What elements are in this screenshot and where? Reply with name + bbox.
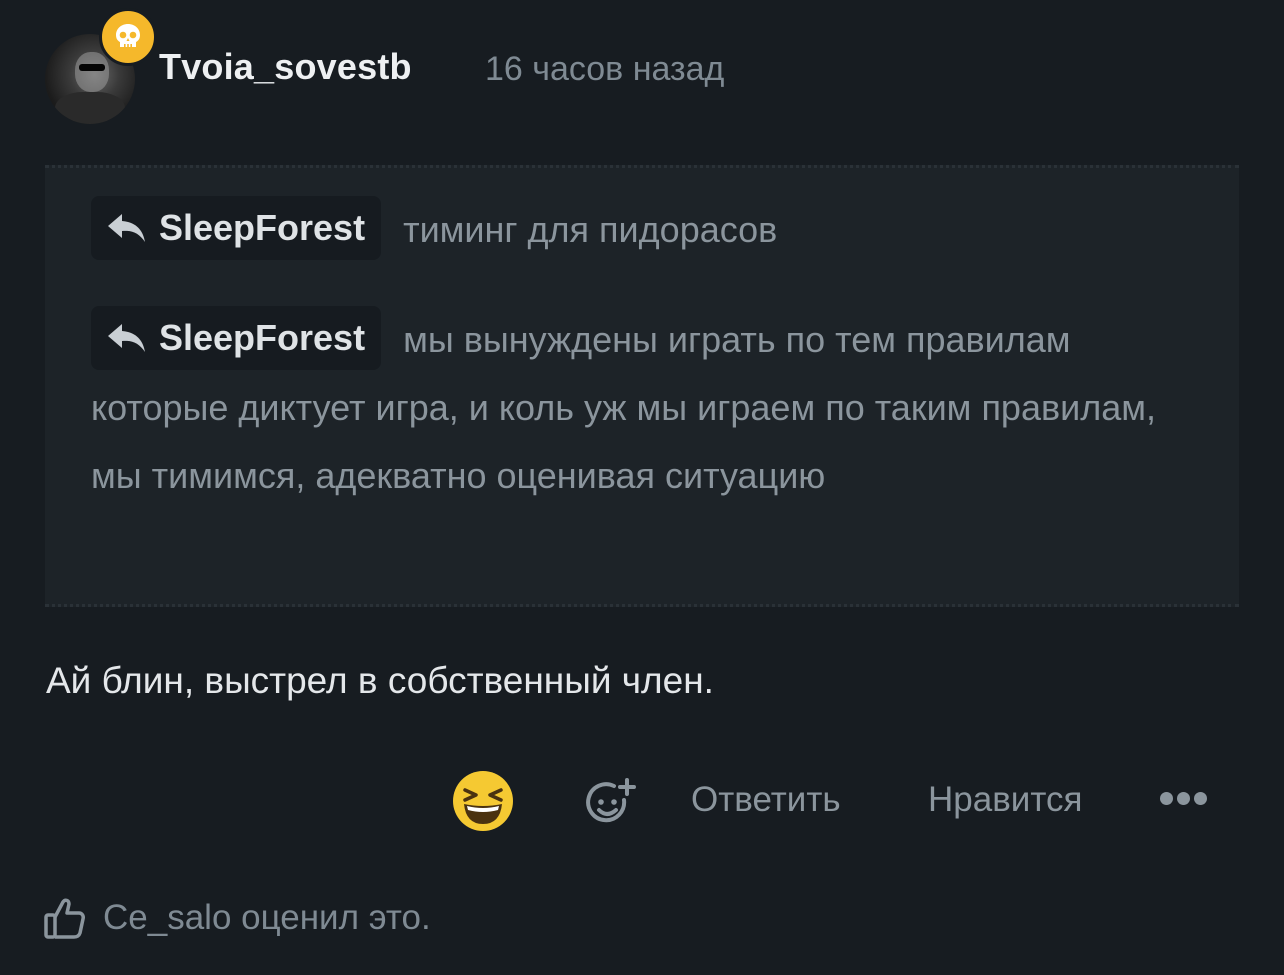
- add-reaction-icon[interactable]: [586, 778, 636, 828]
- reply-text: тиминг для пидорасов: [403, 209, 778, 250]
- likes-summary: Ce_salo оценил это.: [44, 894, 744, 944]
- mention-chip[interactable]: SleepForest: [91, 306, 382, 370]
- username[interactable]: Tvoia_sovestb: [159, 46, 412, 88]
- quoted-reply: SleepForest мы вынуждены играть по тем п…: [91, 306, 1201, 510]
- skull-badge-icon: [99, 8, 157, 66]
- comment-actions: Ответить Нравится: [0, 770, 1284, 834]
- quoted-reply: SleepForest тиминг для пидорасов: [91, 196, 1201, 264]
- timestamp: 16 часов назад: [485, 50, 725, 88]
- mention-chip[interactable]: SleepForest: [91, 196, 382, 260]
- more-dots-icon[interactable]: [1160, 790, 1210, 806]
- comment-text: Ай блин, выстрел в собственный член.: [46, 660, 714, 701]
- reply-button[interactable]: Ответить: [691, 780, 841, 820]
- thumbs-up-icon: [44, 896, 86, 940]
- mention-name: SleepForest: [159, 317, 366, 358]
- like-button[interactable]: Нравится: [928, 780, 1082, 820]
- reply-arrow-icon: [108, 324, 145, 352]
- quoted-replies: SleepForest тиминг для пидорасов SleepFo…: [45, 165, 1239, 607]
- reply-arrow-icon: [108, 214, 145, 242]
- likes-text[interactable]: Ce_salo оценил это.: [103, 898, 431, 938]
- post-header: Tvoia_sovestb 16 часов назад: [45, 8, 945, 124]
- grinning-squinting-face-icon[interactable]: [452, 770, 514, 832]
- mention-name: SleepForest: [159, 207, 366, 248]
